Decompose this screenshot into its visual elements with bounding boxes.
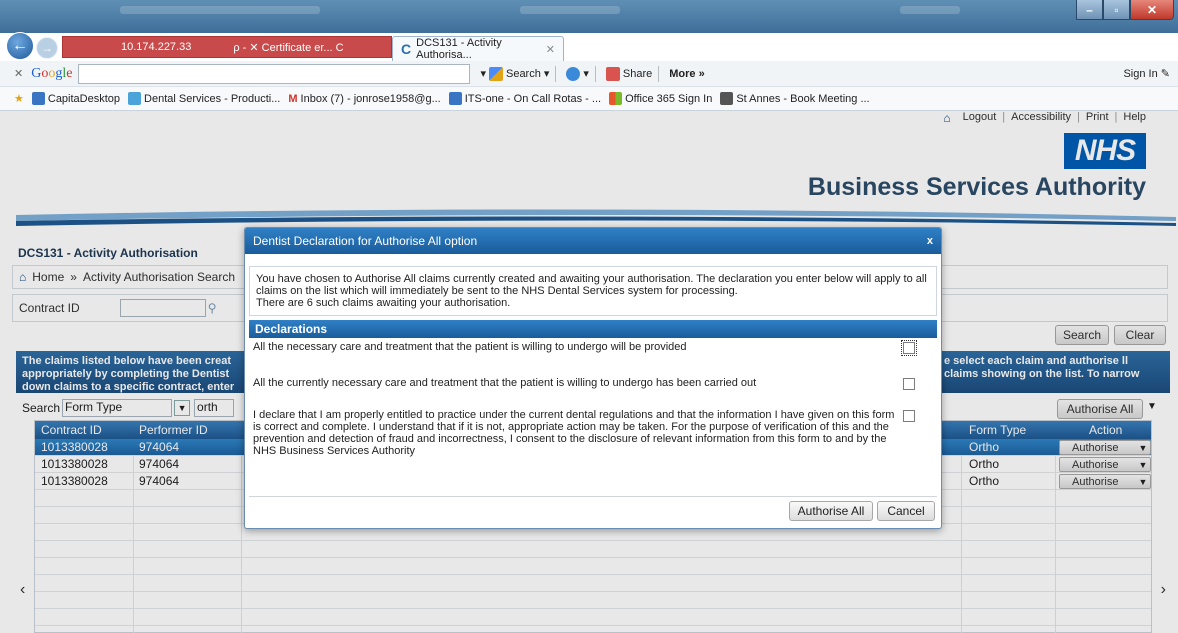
declaration-text: All the necessary care and treatment tha… xyxy=(253,341,687,353)
toolbar-divider xyxy=(555,65,557,82)
declaration-item: All the necessary care and treatment tha… xyxy=(249,338,937,374)
search-label: Search xyxy=(505,67,541,80)
declaration-checkbox-3[interactable] xyxy=(903,410,915,422)
settings-gear-icon[interactable]: ⚙ xyxy=(1157,39,1170,56)
sign-in-link[interactable]: Sign In ✎ xyxy=(1123,67,1170,80)
favorite-its-one[interactable]: ITS-one - On Call Rotas - ... xyxy=(448,92,602,105)
page-favicon-icon: C xyxy=(401,41,412,57)
booking-page-icon xyxy=(720,92,734,105)
favorites-star-icon[interactable]: ★ xyxy=(1137,39,1150,56)
toolbar-divider xyxy=(658,65,660,82)
more-button[interactable]: More » xyxy=(669,68,704,80)
drive-button[interactable]: ▾ xyxy=(566,66,589,81)
declaration-text: All the currently necessary care and tre… xyxy=(253,377,757,389)
dialog-footer: Authorise All Cancel xyxy=(249,496,937,522)
ie-page-icon xyxy=(31,92,45,105)
share-label: Share xyxy=(622,67,653,80)
titlebar-blur xyxy=(120,6,320,14)
favorite-label: ITS-one - On Call Rotas - ... xyxy=(464,92,602,105)
wrench-icon: ✎ xyxy=(1160,68,1170,80)
drive-icon xyxy=(566,66,581,81)
share-button[interactable]: Share xyxy=(605,66,653,81)
signin-label: Sign In xyxy=(1123,68,1158,80)
address-url: 10.174.227.33 xyxy=(121,41,192,53)
favorite-inbox[interactable]: M Inbox (7) - jonrose1958@g... xyxy=(288,93,440,105)
favorites-bar: ★ CapitaDesktop Dental Services - Produc… xyxy=(0,87,1178,111)
declaration-checkbox-1[interactable] xyxy=(901,340,917,356)
dental-page-icon xyxy=(128,92,142,105)
forward-button[interactable]: → xyxy=(36,37,58,59)
google-toolbar: ✕ Google ▾ Search ▾ ▾ Share More » Sign … xyxy=(0,61,1178,87)
maximize-button[interactable]: ▫ xyxy=(1103,0,1130,20)
claims-count-text: There are 6 such claims awaiting your au… xyxy=(256,297,511,309)
declarations-heading: Declarations xyxy=(249,320,937,338)
tab-activity-authorisation[interactable]: C DCS131 - Activity Authorisa... ✕ xyxy=(392,36,564,61)
dialog-title: Dentist Declaration for Authorise All op… xyxy=(253,234,478,248)
browser-nav-row: ← → 10.174.227.33 ρ - ✕ Certificate er..… xyxy=(0,32,1178,61)
favorite-label: Inbox (7) - jonrose1958@g... xyxy=(300,92,441,105)
close-window-button[interactable]: ✕ xyxy=(1130,0,1174,20)
favorite-label: Dental Services - Producti... xyxy=(144,92,281,105)
search-icon xyxy=(488,66,503,81)
google-search-button[interactable]: ▾ Search ▾ xyxy=(480,66,549,81)
cancel-button[interactable]: Cancel xyxy=(877,501,935,521)
favorite-label: Office 365 Sign In xyxy=(625,92,713,105)
toolbar-divider xyxy=(594,65,596,82)
declaration-checkbox-2[interactable] xyxy=(903,378,915,390)
tab-close-icon[interactable]: ✕ xyxy=(546,43,555,56)
declaration-item: I declare that I am properly entitled to… xyxy=(249,406,937,466)
favorites-star-button[interactable]: ★ xyxy=(14,92,24,105)
titlebar-blur xyxy=(520,6,620,14)
declaration-dialog: Dentist Declaration for Authorise All op… xyxy=(244,227,942,529)
declaration-item: All the currently necessary care and tre… xyxy=(249,374,937,406)
home-icon[interactable]: ⌂ xyxy=(1120,39,1128,56)
back-arrow-icon: ← xyxy=(12,37,28,54)
favorite-office-365[interactable]: Office 365 Sign In xyxy=(609,92,712,105)
browser-titlebar: – ▫ ✕ xyxy=(0,0,1178,33)
browser-icons: ⌂ ★ ⚙ xyxy=(1120,39,1170,56)
office-icon xyxy=(609,92,623,105)
forward-arrow-icon: → xyxy=(41,41,53,55)
authorise-all-button[interactable]: Authorise All xyxy=(789,501,873,521)
google-logo: Google xyxy=(31,65,73,81)
intro-text: You have chosen to Authorise All claims … xyxy=(256,273,927,297)
tab-label: DCS131 - Activity Authorisa... xyxy=(416,37,502,61)
google-search-input[interactable] xyxy=(78,63,471,84)
toolbar-close-icon[interactable]: ✕ xyxy=(14,67,23,80)
declaration-text: I declare that I am properly entitled to… xyxy=(253,409,895,457)
add-favorite-icon: ★ xyxy=(14,93,24,105)
more-label: More » xyxy=(669,67,705,80)
gmail-icon: M xyxy=(288,92,298,105)
address-bar[interactable]: 10.174.227.33 ρ - ✕ Certificate er... C xyxy=(62,36,392,58)
favorite-label: CapitaDesktop xyxy=(47,92,121,105)
dialog-intro: You have chosen to Authorise All claims … xyxy=(249,266,937,316)
ie-page-icon xyxy=(448,92,462,105)
favorite-st-annes[interactable]: St Annes - Book Meeting ... xyxy=(720,92,870,105)
back-button[interactable]: ← xyxy=(6,32,34,60)
window-controls: – ▫ ✕ xyxy=(1076,0,1174,20)
favorite-label: St Annes - Book Meeting ... xyxy=(736,92,870,105)
favorite-dental-services[interactable]: Dental Services - Producti... xyxy=(128,92,280,105)
share-icon xyxy=(605,66,620,81)
dialog-titlebar: Dentist Declaration for Authorise All op… xyxy=(245,228,941,254)
favorite-capitadesktop[interactable]: CapitaDesktop xyxy=(31,92,121,105)
address-controls[interactable]: ρ - ✕ Certificate er... C xyxy=(233,41,343,54)
dialog-close-button[interactable]: x xyxy=(927,235,933,247)
titlebar-blur xyxy=(900,6,960,14)
minimize-button[interactable]: – xyxy=(1076,0,1103,20)
